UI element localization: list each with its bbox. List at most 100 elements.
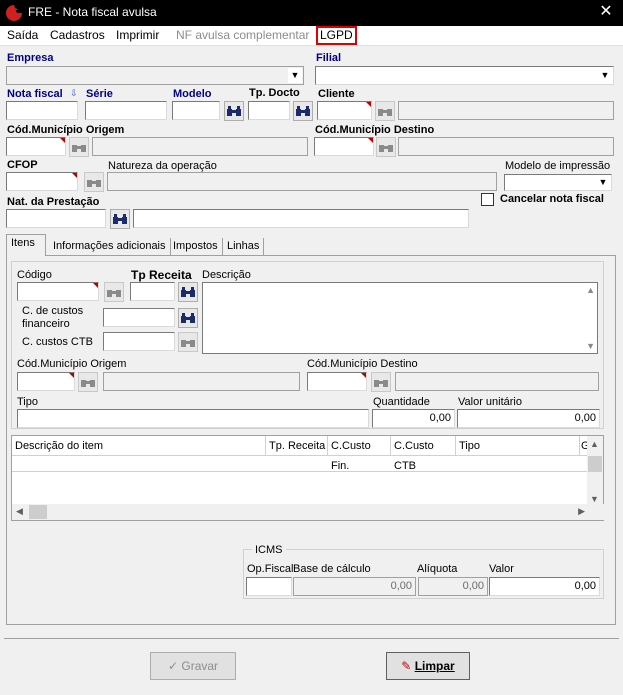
cc-fin-input[interactable] — [103, 308, 175, 327]
menu-lgpd[interactable]: LGPD — [316, 26, 357, 45]
chevron-down-icon[interactable]: ▼ — [288, 68, 302, 83]
menu-saida[interactable]: Saída — [7, 28, 38, 42]
base-calculo-label: Base de cálculo — [293, 563, 371, 575]
item-mun-destino-label: Cód.Município Destino — [307, 358, 418, 370]
tp-receita-search-button[interactable] — [178, 282, 198, 302]
cfop-input[interactable] — [6, 172, 78, 191]
scroll-up-icon[interactable]: ▲ — [590, 439, 599, 449]
mun-destino-label: Cód.Município Destino — [315, 124, 435, 136]
mun-origem-label: Cód.Município Origem — [7, 124, 125, 136]
aliquota-field: 0,00 — [418, 577, 488, 596]
tp-docto-search-button[interactable] — [293, 101, 313, 121]
scroll-down-icon[interactable]: ▼ — [590, 494, 599, 504]
grid-header-descricao[interactable]: Descrição do item — [12, 436, 266, 456]
limpar-button[interactable]: ✎ Limpar — [386, 652, 470, 680]
grid-header-tp-receita[interactable]: Tp. Receita — [266, 436, 328, 456]
eraser-icon: ✎ — [401, 659, 412, 673]
nat-prestacao-search-button[interactable] — [110, 209, 130, 229]
close-icon[interactable]: ✕ — [595, 1, 617, 23]
quantidade-label: Quantidade — [373, 396, 430, 408]
binoculars-icon — [181, 340, 195, 347]
chevron-down-icon[interactable]: ▼ — [598, 68, 612, 83]
title-bar: FRE - Nota fiscal avulsa ✕ — [0, 0, 623, 26]
item-mun-destino-search-button[interactable] — [371, 372, 391, 392]
codigo-input[interactable] — [17, 282, 99, 301]
valor-input[interactable]: 0,00 — [489, 577, 600, 596]
grid-header-tipo[interactable]: Tipo — [456, 436, 580, 456]
cc-ctb-input[interactable] — [103, 332, 175, 351]
modelo-impressao-label: Modelo de impressão — [505, 160, 611, 172]
grid-header-cc-fin[interactable]: C.Custo Fin. — [328, 436, 391, 472]
tp-docto-label: Tp. Docto — [249, 87, 300, 99]
base-calculo-field: 0,00 — [293, 577, 416, 596]
empresa-select[interactable]: ▼ — [6, 66, 304, 85]
cancelar-label: Cancelar nota fiscal — [500, 193, 604, 205]
serie-label: Série — [86, 88, 113, 100]
cliente-search-button[interactable] — [375, 101, 395, 121]
scroll-up-icon[interactable]: ▲ — [586, 285, 595, 295]
scroll-thumb[interactable] — [29, 505, 47, 519]
mun-origem-nome-field — [92, 137, 308, 156]
tab-linhas[interactable]: Linhas — [223, 238, 265, 256]
binoculars-icon — [379, 145, 393, 152]
chevron-down-icon[interactable]: ▼ — [596, 176, 610, 189]
natureza-label: Natureza da operação — [108, 160, 217, 172]
nota-fiscal-input[interactable] — [6, 101, 78, 120]
cc-fin-search-button[interactable] — [178, 308, 198, 328]
binoculars-icon — [374, 380, 388, 387]
quantidade-input[interactable]: 0,00 — [372, 409, 455, 428]
scroll-down-icon[interactable]: ▼ — [586, 341, 595, 351]
valor-unitario-input[interactable]: 0,00 — [457, 409, 600, 428]
itens-grid[interactable]: Descrição do item Tp. Receita C.Custo Fi… — [11, 435, 605, 521]
descricao-textarea[interactable]: ▲ ▼ — [202, 282, 598, 354]
menu-imprimir[interactable]: Imprimir — [116, 28, 159, 42]
binoculars-icon — [87, 180, 101, 187]
binoculars-icon — [113, 214, 127, 224]
tab-itens[interactable]: Itens — [6, 234, 46, 256]
tp-receita-input[interactable] — [130, 282, 175, 301]
scroll-thumb[interactable] — [588, 456, 602, 472]
item-mun-destino-input[interactable] — [307, 372, 367, 391]
tipo-input[interactable] — [17, 409, 369, 428]
descricao-label: Descrição — [202, 269, 251, 281]
mun-origem-input[interactable] — [6, 137, 66, 156]
item-mun-destino-nome-field — [395, 372, 599, 391]
mun-destino-input[interactable] — [314, 137, 374, 156]
serie-input[interactable] — [85, 101, 167, 120]
limpar-label: Limpar — [414, 659, 455, 673]
codigo-search-button[interactable] — [104, 282, 124, 302]
item-mun-origem-input[interactable] — [17, 372, 75, 391]
grid-vscrollbar[interactable]: ▲ ▼ — [587, 436, 603, 506]
modelo-input[interactable] — [172, 101, 220, 120]
gravar-button[interactable]: ✓ Gravar — [150, 652, 236, 680]
menu-cadastros[interactable]: Cadastros — [50, 28, 105, 42]
tab-informacoes[interactable]: Informações adicionais — [49, 238, 171, 256]
modelo-impressao-select[interactable]: ▼ — [504, 174, 612, 191]
sort-arrow-icon: ⇩ — [70, 88, 78, 98]
item-mun-origem-search-button[interactable] — [78, 372, 98, 392]
binoculars-icon — [378, 109, 392, 116]
grid-header-cc-ctb[interactable]: C.Custo CTB — [391, 436, 456, 472]
cfop-search-button[interactable] — [84, 172, 104, 192]
mun-destino-nome-field — [398, 137, 614, 156]
grid-hscrollbar[interactable]: ◀ ▶ — [12, 504, 605, 520]
mun-destino-search-button[interactable] — [376, 137, 396, 157]
codigo-label: Código — [17, 269, 52, 281]
cfop-label: CFOP — [7, 159, 38, 171]
nat-prestacao-input[interactable] — [6, 209, 106, 228]
natureza-field — [107, 172, 497, 191]
modelo-search-button[interactable] — [224, 101, 244, 121]
filial-select[interactable]: ▼ — [315, 66, 614, 85]
cancelar-checkbox[interactable] — [481, 193, 494, 206]
scroll-right-icon[interactable]: ▶ — [578, 506, 585, 517]
nat-prestacao-desc-input[interactable] — [133, 209, 469, 228]
cliente-nome-field — [398, 101, 614, 120]
cc-ctb-search-button[interactable] — [178, 332, 198, 352]
cliente-input[interactable] — [317, 101, 372, 120]
mun-origem-search-button[interactable] — [69, 137, 89, 157]
tab-impostos[interactable]: Impostos — [169, 238, 223, 256]
scroll-left-icon[interactable]: ◀ — [16, 506, 23, 517]
table-row[interactable] — [12, 456, 588, 472]
op-fiscal-input[interactable] — [246, 577, 292, 596]
tp-docto-input[interactable] — [248, 101, 290, 120]
